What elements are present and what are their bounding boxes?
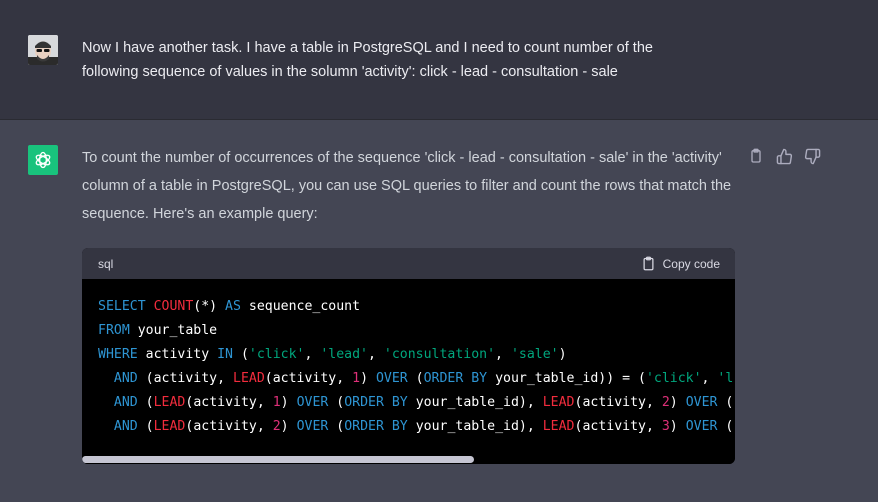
code-token-fn: COUNT [153,299,194,314]
code-token-plain: ) [669,419,686,434]
code-token-plain: ) [558,347,567,362]
code-token-kw: OVER [296,419,329,434]
code-token-plain: ( [717,395,734,410]
horizontal-scrollbar[interactable] [82,454,735,464]
copy-code-button[interactable]: Copy code [641,256,720,271]
code-header: sql Copy code [82,248,735,279]
code-token-plain: your_table_id), [407,419,543,434]
code-token-plain: ) [360,371,376,386]
code-token-plain: your_table_id)) = ( [487,371,646,386]
code-token-kw: ORDER BY [344,395,408,410]
code-token-plain: , [304,347,321,362]
code-line: FROM your_table [98,319,735,343]
scrollbar-thumb[interactable] [82,456,474,463]
code-token-kw: AND [113,371,138,386]
code-token-plain: (activity, [137,371,233,386]
assistant-message-row: To count the number of occurrences of th… [0,120,878,502]
code-token-str: 'lead' [320,347,368,362]
code-token-plain: (activity, [264,371,353,386]
code-token-kw: OVER [685,419,718,434]
code-token-fn: LEAD [153,419,186,434]
assistant-message-text: To count the number of occurrences of th… [82,150,732,222]
code-line: AND (activity, LEAD(activity, 1) OVER (O… [98,367,735,391]
code-token-num: 2 [661,395,670,410]
code-token-str: 'sale' [510,347,559,362]
code-token-plain: ( [717,419,734,434]
clipboard-icon[interactable] [747,147,765,165]
code-token-plain: , [495,347,511,362]
user-message-text: Now I have another task. I have a table … [82,36,722,84]
code-token-fn: LEAD [542,419,575,434]
code-token-num: 2 [272,419,281,434]
code-block: sql Copy code SELECT COUNT(*) AS sequenc… [82,248,735,464]
code-token-plain: (*) [193,299,226,314]
code-token-plain: , [368,347,384,362]
code-token-plain: ) [669,395,686,410]
code-token-kw: OVER [375,371,408,386]
code-token-plain: (activity, [574,419,662,434]
code-line: AND (LEAD(activity, 2) OVER (ORDER BY yo… [98,415,735,439]
code-token-kw: AS [225,299,241,314]
user-message-line-1: Now I have another task. I have a table … [82,40,653,56]
code-token-kw: SELECT [98,299,154,314]
code-token-str: 'click' [248,347,305,362]
code-token-kw: OVER [296,395,329,410]
code-token-plain: (activity, [185,419,273,434]
code-token-plain: ) [280,419,297,434]
code-token-kw: AND [113,419,138,434]
thumbs-down-icon[interactable] [803,147,821,165]
code-language-label: sql [98,256,114,271]
code-token-plain: ( [328,419,345,434]
code-token-plain: your_table [129,323,218,338]
code-token-plain: activity [137,347,218,362]
code-token-fn: LEAD [153,395,186,410]
code-token-fn: LEAD [542,395,575,410]
code-token-plain: ) [280,395,297,410]
code-token-num: 1 [352,371,361,386]
code-token-fn: LEAD [233,371,265,386]
thumbs-up-icon[interactable] [775,147,793,165]
code-token-kw: IN [217,347,233,362]
code-token-plain: ( [328,395,345,410]
user-message-line-2: following sequence of values in the solu… [82,64,618,80]
code-token-plain: , [701,371,718,386]
chatgpt-logo-icon [28,145,58,175]
code-content[interactable]: SELECT COUNT(*) AS sequence_count FROM yo… [82,279,735,464]
code-token-num: 1 [272,395,281,410]
code-token-plain: your_table_id), [407,395,543,410]
code-token-kw: ORDER BY [423,371,488,386]
code-token-str: 'l [717,371,734,386]
code-line: WHERE activity IN ('click', 'lead', 'con… [98,343,735,367]
code-token-plain: (activity, [185,395,273,410]
code-line: AND (LEAD(activity, 1) OVER (ORDER BY yo… [98,391,735,415]
code-token-kw: FROM [98,323,130,338]
user-avatar-icon [28,35,58,65]
code-token-str: 'consultation' [383,347,496,362]
copy-code-label: Copy code [662,256,720,271]
code-token-kw: WHERE [98,347,138,362]
code-token-plain: ( [137,395,154,410]
code-token-plain: ( [233,347,249,362]
message-actions [747,147,821,165]
code-token-kw: AND [113,395,138,410]
code-token-plain: ( [137,419,154,434]
code-token-plain: ( [407,371,424,386]
code-token-kw: ORDER BY [344,419,408,434]
user-message-row: Now I have another task. I have a table … [0,10,878,120]
top-strip [0,0,878,10]
code-token-num: 3 [661,419,670,434]
clipboard-icon [643,256,654,271]
code-token-str: 'click' [645,371,702,386]
code-token-plain: sequence_count [240,299,361,314]
code-line: SELECT COUNT(*) AS sequence_count [98,295,735,319]
code-token-plain: (activity, [574,395,662,410]
code-token-kw: OVER [685,395,718,410]
